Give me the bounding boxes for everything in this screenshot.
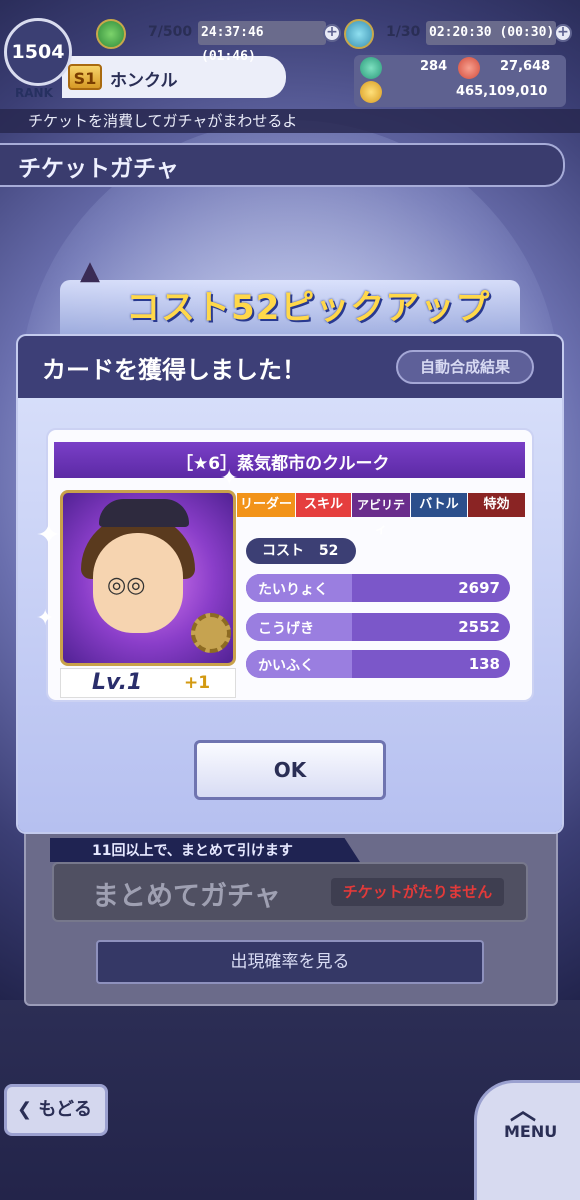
glasses-icon: ◎◎: [107, 573, 146, 598]
bat-icon: ▲: [80, 256, 100, 286]
sparkle-icon: ✦: [36, 606, 55, 631]
bulk-gacha-label: まとめてガチャ: [92, 881, 281, 912]
coin-icon: [360, 81, 382, 103]
back-arrow-icon: ❮: [17, 1099, 33, 1120]
rank-label: RANK: [15, 86, 53, 100]
card-name: ［★6］蒸気都市のクルーク: [176, 454, 390, 474]
rank-number: 1504: [11, 41, 65, 63]
battle-points-value: 1/30: [386, 24, 421, 40]
battle-plus-button[interactable]: +: [554, 24, 572, 42]
stat-value-hp: 2697: [458, 579, 500, 597]
cost-value: 52: [318, 543, 339, 559]
modal-title: カードを獲得しました！: [42, 356, 306, 384]
gem-green-count: 284: [420, 59, 448, 74]
page-subtitle: チケットを消費してガチャがまわせるよ: [0, 109, 580, 133]
no-ticket-badge: チケットがたりません: [331, 878, 504, 906]
banner-text: コスト52ピックアップ: [126, 288, 491, 328]
page-title: チケットガチャ: [18, 156, 179, 182]
stamina-plus-button[interactable]: +: [323, 24, 341, 42]
tab-skill[interactable]: スキル: [296, 493, 351, 517]
gem-red-count: 27,648: [500, 59, 551, 74]
cost-pill: コスト 52: [246, 538, 356, 564]
stamina-icon: [96, 19, 126, 49]
gear-icon: [191, 613, 231, 653]
rank-badge: 1504: [4, 18, 72, 86]
back-label: もどる: [38, 1099, 93, 1120]
tab-special[interactable]: 特効: [468, 493, 525, 517]
stamina-timer: 24:37:46 (01:46): [198, 21, 326, 64]
sparkle-icon: ✦: [36, 518, 62, 553]
ok-button[interactable]: OK: [194, 740, 386, 800]
gem-green-icon: [360, 57, 382, 79]
stat-value-recovery: 138: [468, 655, 500, 673]
stat-label-recovery: かいふく: [258, 658, 314, 674]
card-portrait[interactable]: ◎◎: [60, 490, 236, 666]
character-hat: [99, 499, 189, 527]
tab-ability[interactable]: アビリティ: [352, 493, 410, 536]
card-level: Lv.1: [92, 670, 143, 695]
drop-rate-button[interactable]: 出現確率を見る: [96, 940, 484, 984]
stat-value-attack: 2552: [458, 618, 500, 636]
stamina-value: 7/500: [148, 24, 193, 40]
tab-battle[interactable]: バトル: [411, 493, 467, 517]
card-plus-value: +1: [184, 673, 211, 693]
battle-timer: 02:20:30 (00:30): [426, 21, 556, 45]
fusion-result-button[interactable]: 自動合成結果: [396, 350, 534, 384]
cost-label: コスト: [262, 543, 304, 559]
battle-potion-icon: [344, 19, 374, 49]
tab-leader[interactable]: リーダー: [237, 493, 295, 517]
league-badge: S1: [68, 64, 102, 90]
sparkle-icon: ✦: [220, 466, 239, 491]
gem-red-icon: [458, 57, 480, 79]
bulk-info-text: 11回以上で、まとめて引けます: [92, 843, 293, 859]
menu-label: MENU: [504, 1122, 558, 1141]
coin-count: 465,109,010: [456, 84, 548, 99]
player-name: ホンクル: [110, 71, 178, 91]
stat-label-attack: こうげき: [258, 621, 314, 637]
stat-label-hp: たいりょく: [258, 582, 328, 598]
back-button[interactable]: ❮ もどる: [4, 1084, 108, 1136]
